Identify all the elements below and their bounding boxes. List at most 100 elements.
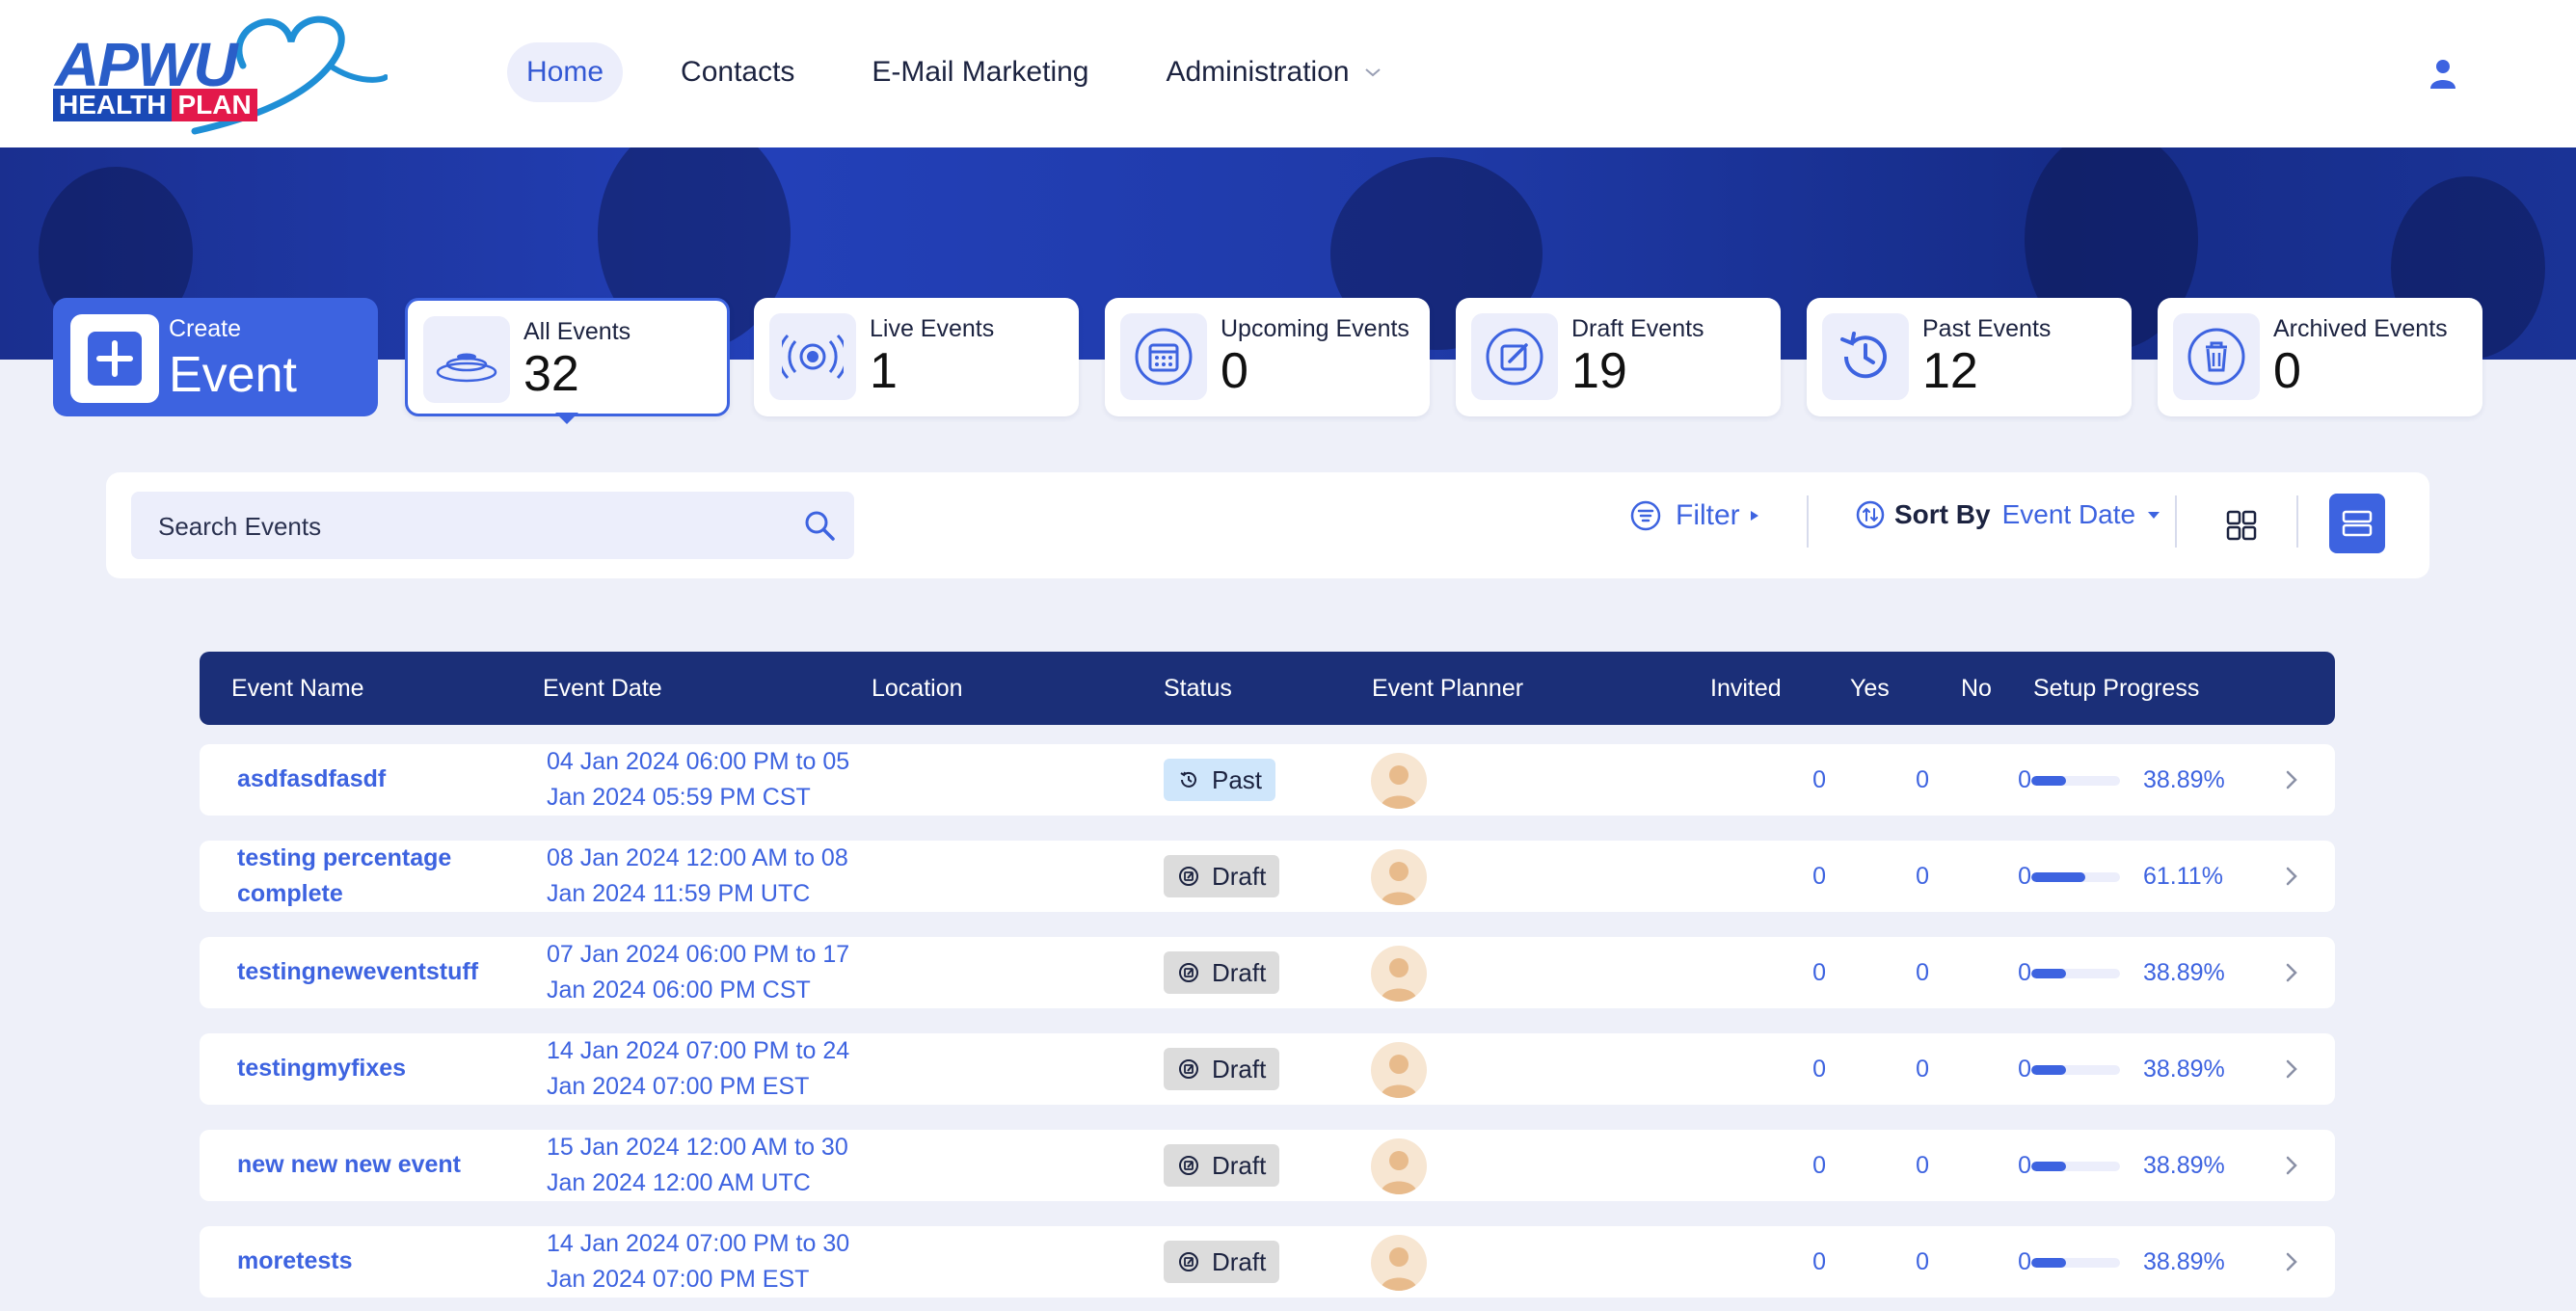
filter-label: Filter xyxy=(1676,499,1740,531)
table-row[interactable]: testingneweventstuff 07 Jan 2024 06:00 PM… xyxy=(200,937,2335,1008)
event-name-link[interactable]: testingneweventstuff xyxy=(237,954,488,990)
tile-live-events[interactable]: Live Events 1 xyxy=(754,298,1079,416)
col-event-name[interactable]: Event Name xyxy=(231,675,364,703)
nav-home[interactable]: Home xyxy=(507,42,624,102)
filter-button[interactable]: Filter xyxy=(1629,499,1761,532)
event-name-link[interactable]: testing percentage complete xyxy=(237,841,488,912)
status-label: Draft xyxy=(1212,861,1267,891)
event-date: 04 Jan 2024 06:00 PM to 05 Jan 2024 05:59… xyxy=(547,744,849,816)
table-row[interactable]: asdfasdfasdf 04 Jan 2024 06:00 PM to 05 Ja… xyxy=(200,744,2335,816)
sort-value: Event Date xyxy=(2001,499,2136,529)
event-name-link[interactable]: moretests xyxy=(237,1244,488,1279)
col-yes[interactable]: Yes xyxy=(1850,675,1890,703)
tile-label: Draft Events xyxy=(1571,315,1704,342)
status-badge: Draft xyxy=(1164,855,1280,897)
tile-count: 0 xyxy=(1221,343,1248,399)
setup-progress-fill xyxy=(2031,1258,2066,1268)
event-date-line: 15 Jan 2024 12:00 AM to 30 xyxy=(547,1134,848,1161)
event-date-line: Jan 2024 05:59 PM CST xyxy=(547,784,811,811)
list-view-button[interactable] xyxy=(2329,494,2385,553)
col-setup-progress[interactable]: Setup Progress xyxy=(2033,675,2199,703)
chevron-right-icon[interactable] xyxy=(2278,863,2305,890)
nav-administration[interactable]: Administration xyxy=(1146,42,1401,102)
table-row[interactable]: testingmyfixes 14 Jan 2024 07:00 PM to 24… xyxy=(200,1033,2335,1105)
status-badge: Draft xyxy=(1164,1048,1280,1090)
table-row[interactable]: testing percentage complete 08 Jan 2024 1… xyxy=(200,841,2335,912)
tile-label: Archived Events xyxy=(2273,315,2448,342)
logo-plan-text: PLAN xyxy=(172,89,257,121)
history-icon xyxy=(1180,771,1196,788)
filter-icon xyxy=(1630,500,1661,531)
tile-draft-events[interactable]: Draft Events 19 xyxy=(1456,298,1781,416)
sort-dropdown[interactable]: Sort By Event Date xyxy=(1856,499,2162,530)
setup-progress-fill xyxy=(2031,969,2066,978)
events-toolbar: Search Events Filter Sort By Event Date xyxy=(106,472,2429,578)
event-label: Event xyxy=(169,347,297,403)
setup-progress-bar xyxy=(2031,969,2120,978)
event-name-link[interactable]: testingmyfixes xyxy=(237,1051,488,1086)
event-date: 08 Jan 2024 12:00 AM to 08 Jan 2024 11:59… xyxy=(547,841,848,912)
yes-count: 0 xyxy=(1916,766,1929,793)
avatar xyxy=(1371,946,1427,1002)
nav-contacts[interactable]: Contacts xyxy=(661,42,814,102)
event-date-line: Jan 2024 07:00 PM EST xyxy=(547,1266,810,1293)
event-name-link[interactable]: new new new event xyxy=(237,1147,488,1183)
col-event-date[interactable]: Event Date xyxy=(543,675,662,703)
tile-upcoming-events[interactable]: Upcoming Events 0 xyxy=(1105,298,1430,416)
edit-icon xyxy=(1179,1059,1198,1079)
edit-icon xyxy=(1471,313,1558,400)
apwu-health-plan-logo[interactable]: APWU HEALTH PLAN xyxy=(50,8,388,139)
person-avatar-icon xyxy=(1381,765,1417,809)
tile-label: Upcoming Events xyxy=(1221,315,1409,342)
invited-count: 0 xyxy=(1812,959,1826,986)
status-label: Draft xyxy=(1212,957,1267,987)
chevron-right-icon[interactable] xyxy=(2278,1248,2305,1275)
event-date: 14 Jan 2024 07:00 PM to 24 Jan 2024 07:00… xyxy=(547,1033,849,1105)
setup-progress-percent: 38.89% xyxy=(2143,766,2225,793)
col-event-planner[interactable]: Event Planner xyxy=(1372,675,1523,703)
nav-email-marketing[interactable]: E-Mail Marketing xyxy=(852,42,1108,102)
setup-progress-bar xyxy=(2031,1258,2120,1268)
tile-all-events[interactable]: All Events 32 xyxy=(405,298,730,416)
chevron-right-icon[interactable] xyxy=(2278,1056,2305,1083)
chevron-right-icon[interactable] xyxy=(2278,959,2305,986)
event-date: 14 Jan 2024 07:00 PM to 30 Jan 2024 07:00… xyxy=(547,1226,849,1298)
status-badge: Draft xyxy=(1164,951,1280,994)
invited-count: 0 xyxy=(1812,863,1826,890)
grid-view-icon xyxy=(2226,510,2257,541)
edit-icon xyxy=(1179,1252,1198,1271)
search-icon[interactable] xyxy=(802,508,837,543)
create-event-button[interactable]: Create Event xyxy=(53,298,378,416)
col-invited[interactable]: Invited xyxy=(1710,675,1782,703)
no-count: 0 xyxy=(2018,863,2031,890)
no-count: 0 xyxy=(2018,1056,2031,1083)
status-label: Draft xyxy=(1212,1054,1267,1084)
events-table-header: Event Name Event Date Location Status Ev… xyxy=(200,652,2335,725)
user-icon[interactable] xyxy=(2426,56,2460,91)
setup-progress-bar xyxy=(2031,1065,2120,1075)
divider xyxy=(2296,495,2298,548)
yes-count: 0 xyxy=(1916,1248,1929,1275)
table-row[interactable]: moretests 14 Jan 2024 07:00 PM to 30 Jan 2… xyxy=(200,1226,2335,1298)
tile-archived-events[interactable]: Archived Events 0 xyxy=(2158,298,2482,416)
edit-icon xyxy=(1179,963,1198,982)
yes-count: 0 xyxy=(1916,1056,1929,1083)
grid-view-button[interactable] xyxy=(2217,501,2266,549)
chevron-right-icon[interactable] xyxy=(2278,766,2305,793)
history-icon xyxy=(1822,313,1909,400)
broadcast-icon xyxy=(769,313,856,400)
col-location[interactable]: Location xyxy=(872,675,963,703)
col-status[interactable]: Status xyxy=(1164,675,1232,703)
tile-count: 1 xyxy=(870,343,898,399)
setup-progress-percent: 38.89% xyxy=(2143,1056,2225,1083)
event-name-link[interactable]: asdfasdfasdf xyxy=(237,762,488,797)
tile-past-events[interactable]: Past Events 12 xyxy=(1807,298,2132,416)
table-row[interactable]: new new new event 15 Jan 2024 12:00 AM to… xyxy=(200,1130,2335,1201)
search-input[interactable]: Search Events xyxy=(131,492,854,559)
status-badge: Draft xyxy=(1164,1241,1280,1283)
no-count: 0 xyxy=(2018,766,2031,793)
no-count: 0 xyxy=(2018,959,2031,986)
setup-progress-fill xyxy=(2031,1065,2066,1075)
chevron-right-icon[interactable] xyxy=(2278,1152,2305,1179)
col-no[interactable]: No xyxy=(1961,675,1992,703)
